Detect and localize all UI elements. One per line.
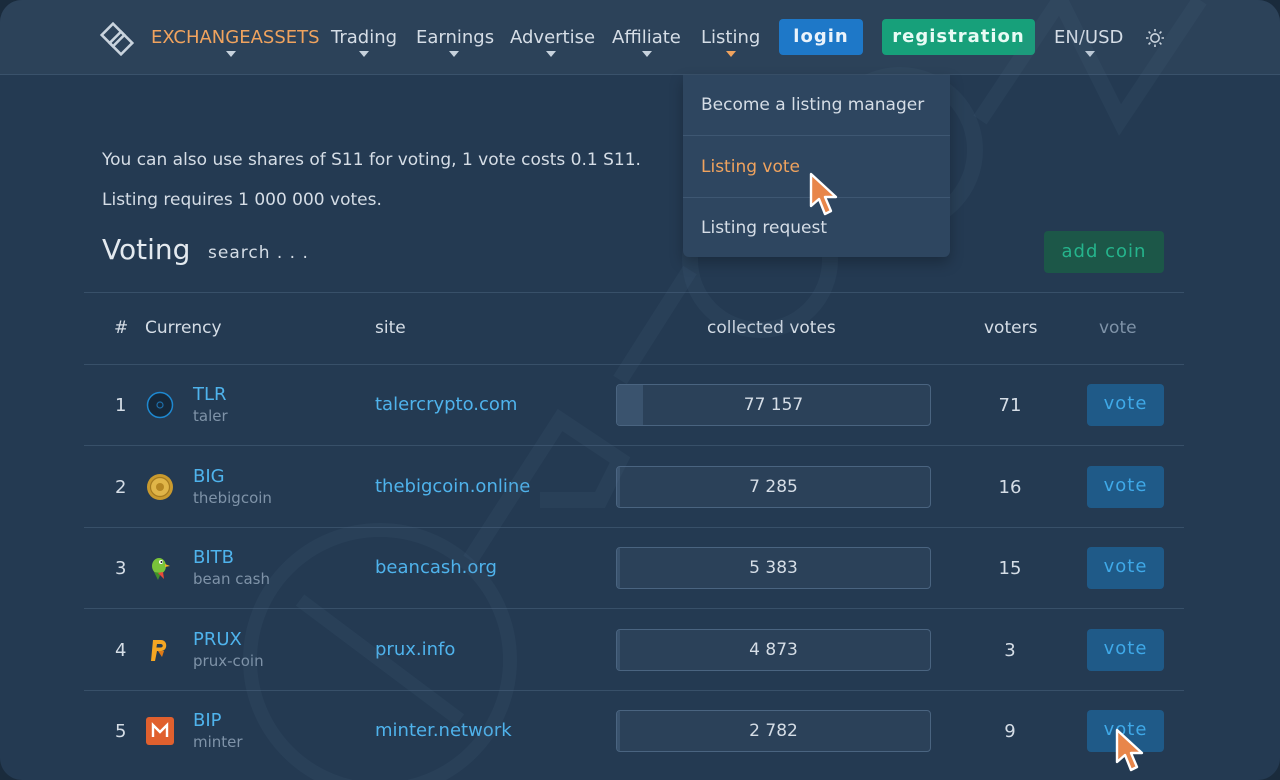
nav-listing[interactable]: Listing [701,27,760,48]
chevron-down-icon [1085,51,1095,57]
divider [84,292,1184,293]
table-row: 4 PRUX prux-coin prux.info 4 873 3 vote [0,610,1280,691]
minter-coin-icon [146,717,174,745]
chevron-down-icon [726,51,736,57]
coin-ticker[interactable]: BIG [193,466,225,487]
column-header-num: # [114,318,129,338]
app-frame: EXCHANGEASSETS Trading Earnings Advertis… [0,0,1280,780]
collected-votes-bar: 77 157 [616,384,931,426]
divider [84,445,1184,446]
taler-coin-icon [146,391,174,419]
parrot-coin-icon [152,558,170,580]
column-header-voters: voters [984,318,1038,338]
registration-button[interactable]: registration [882,19,1035,55]
nav-brand[interactable]: EXCHANGEASSETS [151,27,320,48]
voters-count: 9 [1004,721,1016,742]
chevron-down-icon [226,51,236,57]
column-header-currency: Currency [145,318,222,338]
language-currency-selector[interactable]: EN/USD [1054,27,1123,48]
voters-count: 3 [1004,640,1016,661]
search-input[interactable]: search . . . [208,243,309,263]
table-row: 5 BIP minter minter.network 2 782 9 vote [0,691,1280,772]
chevron-down-icon [642,51,652,57]
nav-earnings[interactable]: Earnings [416,27,494,48]
nav-affiliate[interactable]: Affiliate [612,27,681,48]
vote-button[interactable]: vote [1087,466,1164,508]
chevron-down-icon [546,51,556,57]
collected-votes-value: 5 383 [749,558,798,578]
prux-coin-icon [151,640,167,661]
currency-label: USD [1084,27,1124,48]
sun-icon[interactable] [1145,28,1165,48]
login-button[interactable]: login [779,19,863,55]
collected-votes-bar: 5 383 [616,547,931,589]
collected-votes-bar: 7 285 [616,466,931,508]
nav-trading[interactable]: Trading [331,27,397,48]
pointer-cursor-icon [1115,728,1144,772]
coin-ticker[interactable]: BIP [193,710,222,731]
voters-count: 16 [998,477,1022,498]
vote-button[interactable]: vote [1087,384,1164,426]
row-number: 4 [115,640,127,661]
listing-requirement-info: Listing requires 1 000 000 votes. [102,190,382,210]
divider [683,135,950,136]
table-row: 2 BIG thebigcoin thebigcoin.online 7 285… [0,447,1280,528]
vote-cost-info: You can also use shares of S11 for votin… [102,150,641,170]
coin-site-link[interactable]: thebigcoin.online [375,476,530,497]
column-header-vote: vote [1099,318,1137,338]
coin-site-link[interactable]: talercrypto.com [375,394,517,415]
vote-button[interactable]: vote [1087,629,1164,671]
coin-ticker[interactable]: PRUX [193,629,242,650]
coin-site-link[interactable]: minter.network [375,720,512,741]
divider [84,608,1184,609]
coin-name: prux-coin [193,652,264,670]
menu-item-listing-vote[interactable]: Listing vote [701,157,800,177]
collected-votes-value: 7 285 [749,477,798,497]
add-coin-button[interactable]: add coin [1044,231,1164,273]
vote-button[interactable]: vote [1087,547,1164,589]
listing-dropdown-menu: Become a listing manager Listing vote Li… [683,75,950,257]
menu-item-become-listing-manager[interactable]: Become a listing manager [701,95,924,115]
row-number: 2 [115,477,127,498]
table-row: 1 TLR taler talercrypto.com 77 157 71 vo… [0,365,1280,446]
chevron-down-icon [449,51,459,57]
coin-ticker[interactable]: BITB [193,547,234,568]
nav-advertise[interactable]: Advertise [510,27,595,48]
page-title: Voting [102,233,191,266]
menu-item-listing-request[interactable]: Listing request [701,218,827,238]
coin-ticker[interactable]: TLR [193,384,227,405]
coin-name: thebigcoin [193,489,272,507]
language-label: EN [1054,27,1079,48]
table-row: 3 BITB bean cash beancash.org 5 383 15 v… [0,528,1280,609]
row-number: 5 [115,721,127,742]
voters-count: 71 [998,395,1022,416]
collected-votes-value: 77 157 [743,395,804,415]
coin-name: taler [193,407,228,425]
thebigcoin-coin-icon [147,474,173,500]
exchange-logo-icon[interactable] [100,22,134,56]
row-number: 3 [115,558,127,579]
chevron-down-icon [359,51,369,57]
voters-count: 15 [998,558,1022,579]
collected-votes-value: 4 873 [749,640,798,660]
coin-site-link[interactable]: prux.info [375,639,455,660]
row-number: 1 [115,395,127,416]
collected-votes-value: 2 782 [749,721,798,741]
column-header-collected-votes: collected votes [707,318,836,338]
coin-name: bean cash [193,570,270,588]
coin-site-link[interactable]: beancash.org [375,557,497,578]
column-header-site: site [375,318,406,338]
collected-votes-bar: 2 782 [616,710,931,752]
collected-votes-bar: 4 873 [616,629,931,671]
pointer-cursor-icon [809,172,838,216]
coin-name: minter [193,733,243,751]
top-navbar: EXCHANGEASSETS Trading Earnings Advertis… [0,0,1280,75]
